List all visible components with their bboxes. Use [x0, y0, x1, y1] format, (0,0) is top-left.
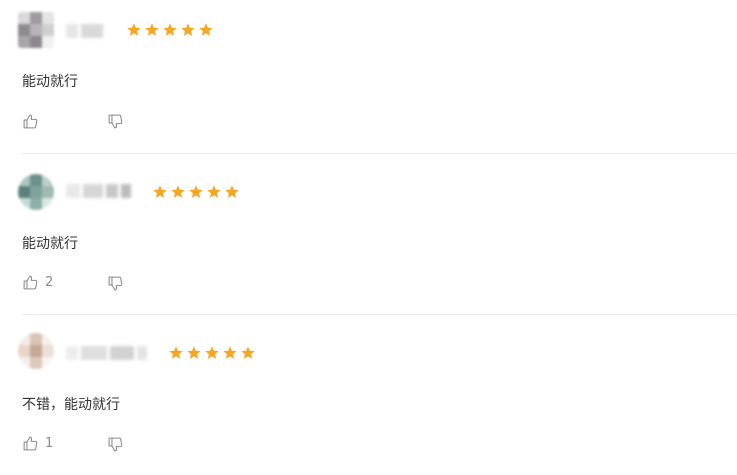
avatar[interactable] — [18, 12, 54, 48]
dislike-button[interactable] — [107, 275, 124, 292]
dislike-button[interactable] — [107, 113, 124, 130]
thumbs-down-icon — [108, 437, 123, 452]
thumbs-up-icon — [23, 275, 38, 290]
star-icon — [225, 185, 239, 198]
star-icon — [241, 346, 255, 359]
star-icon — [181, 23, 195, 36]
divider — [22, 314, 737, 315]
star-icon — [127, 23, 141, 36]
review-text: 不错，能动就行 — [22, 397, 120, 413]
star-icon — [223, 346, 237, 359]
avatar[interactable] — [18, 174, 54, 210]
star-icon — [199, 23, 213, 36]
star-icon — [189, 185, 203, 198]
username-blurred[interactable] — [66, 21, 103, 41]
rating-stars — [152, 184, 240, 200]
divider — [22, 153, 737, 154]
rating-stars — [126, 22, 214, 38]
avatar[interactable] — [18, 333, 54, 369]
like-count: 1 — [45, 436, 54, 451]
star-icon — [163, 23, 177, 36]
rating-stars — [168, 345, 256, 361]
like-button[interactable]: 2 — [22, 274, 53, 291]
username-blurred[interactable] — [66, 181, 131, 201]
like-count: 2 — [45, 275, 54, 290]
review-text: 能动就行 — [22, 74, 78, 90]
thumbs-up-icon — [23, 114, 38, 129]
like-button[interactable]: 1 — [22, 435, 53, 452]
star-icon — [205, 346, 219, 359]
star-icon — [207, 185, 221, 198]
thumbs-down-icon — [108, 114, 123, 129]
star-icon — [145, 23, 159, 36]
star-icon — [153, 185, 167, 198]
like-button[interactable] — [22, 113, 45, 130]
star-icon — [187, 346, 201, 359]
review-text: 能动就行 — [22, 236, 78, 252]
thumbs-up-icon — [23, 436, 38, 451]
star-icon — [169, 346, 183, 359]
username-blurred[interactable] — [66, 343, 147, 363]
star-icon — [171, 185, 185, 198]
dislike-button[interactable] — [107, 436, 124, 453]
thumbs-down-icon — [108, 276, 123, 291]
